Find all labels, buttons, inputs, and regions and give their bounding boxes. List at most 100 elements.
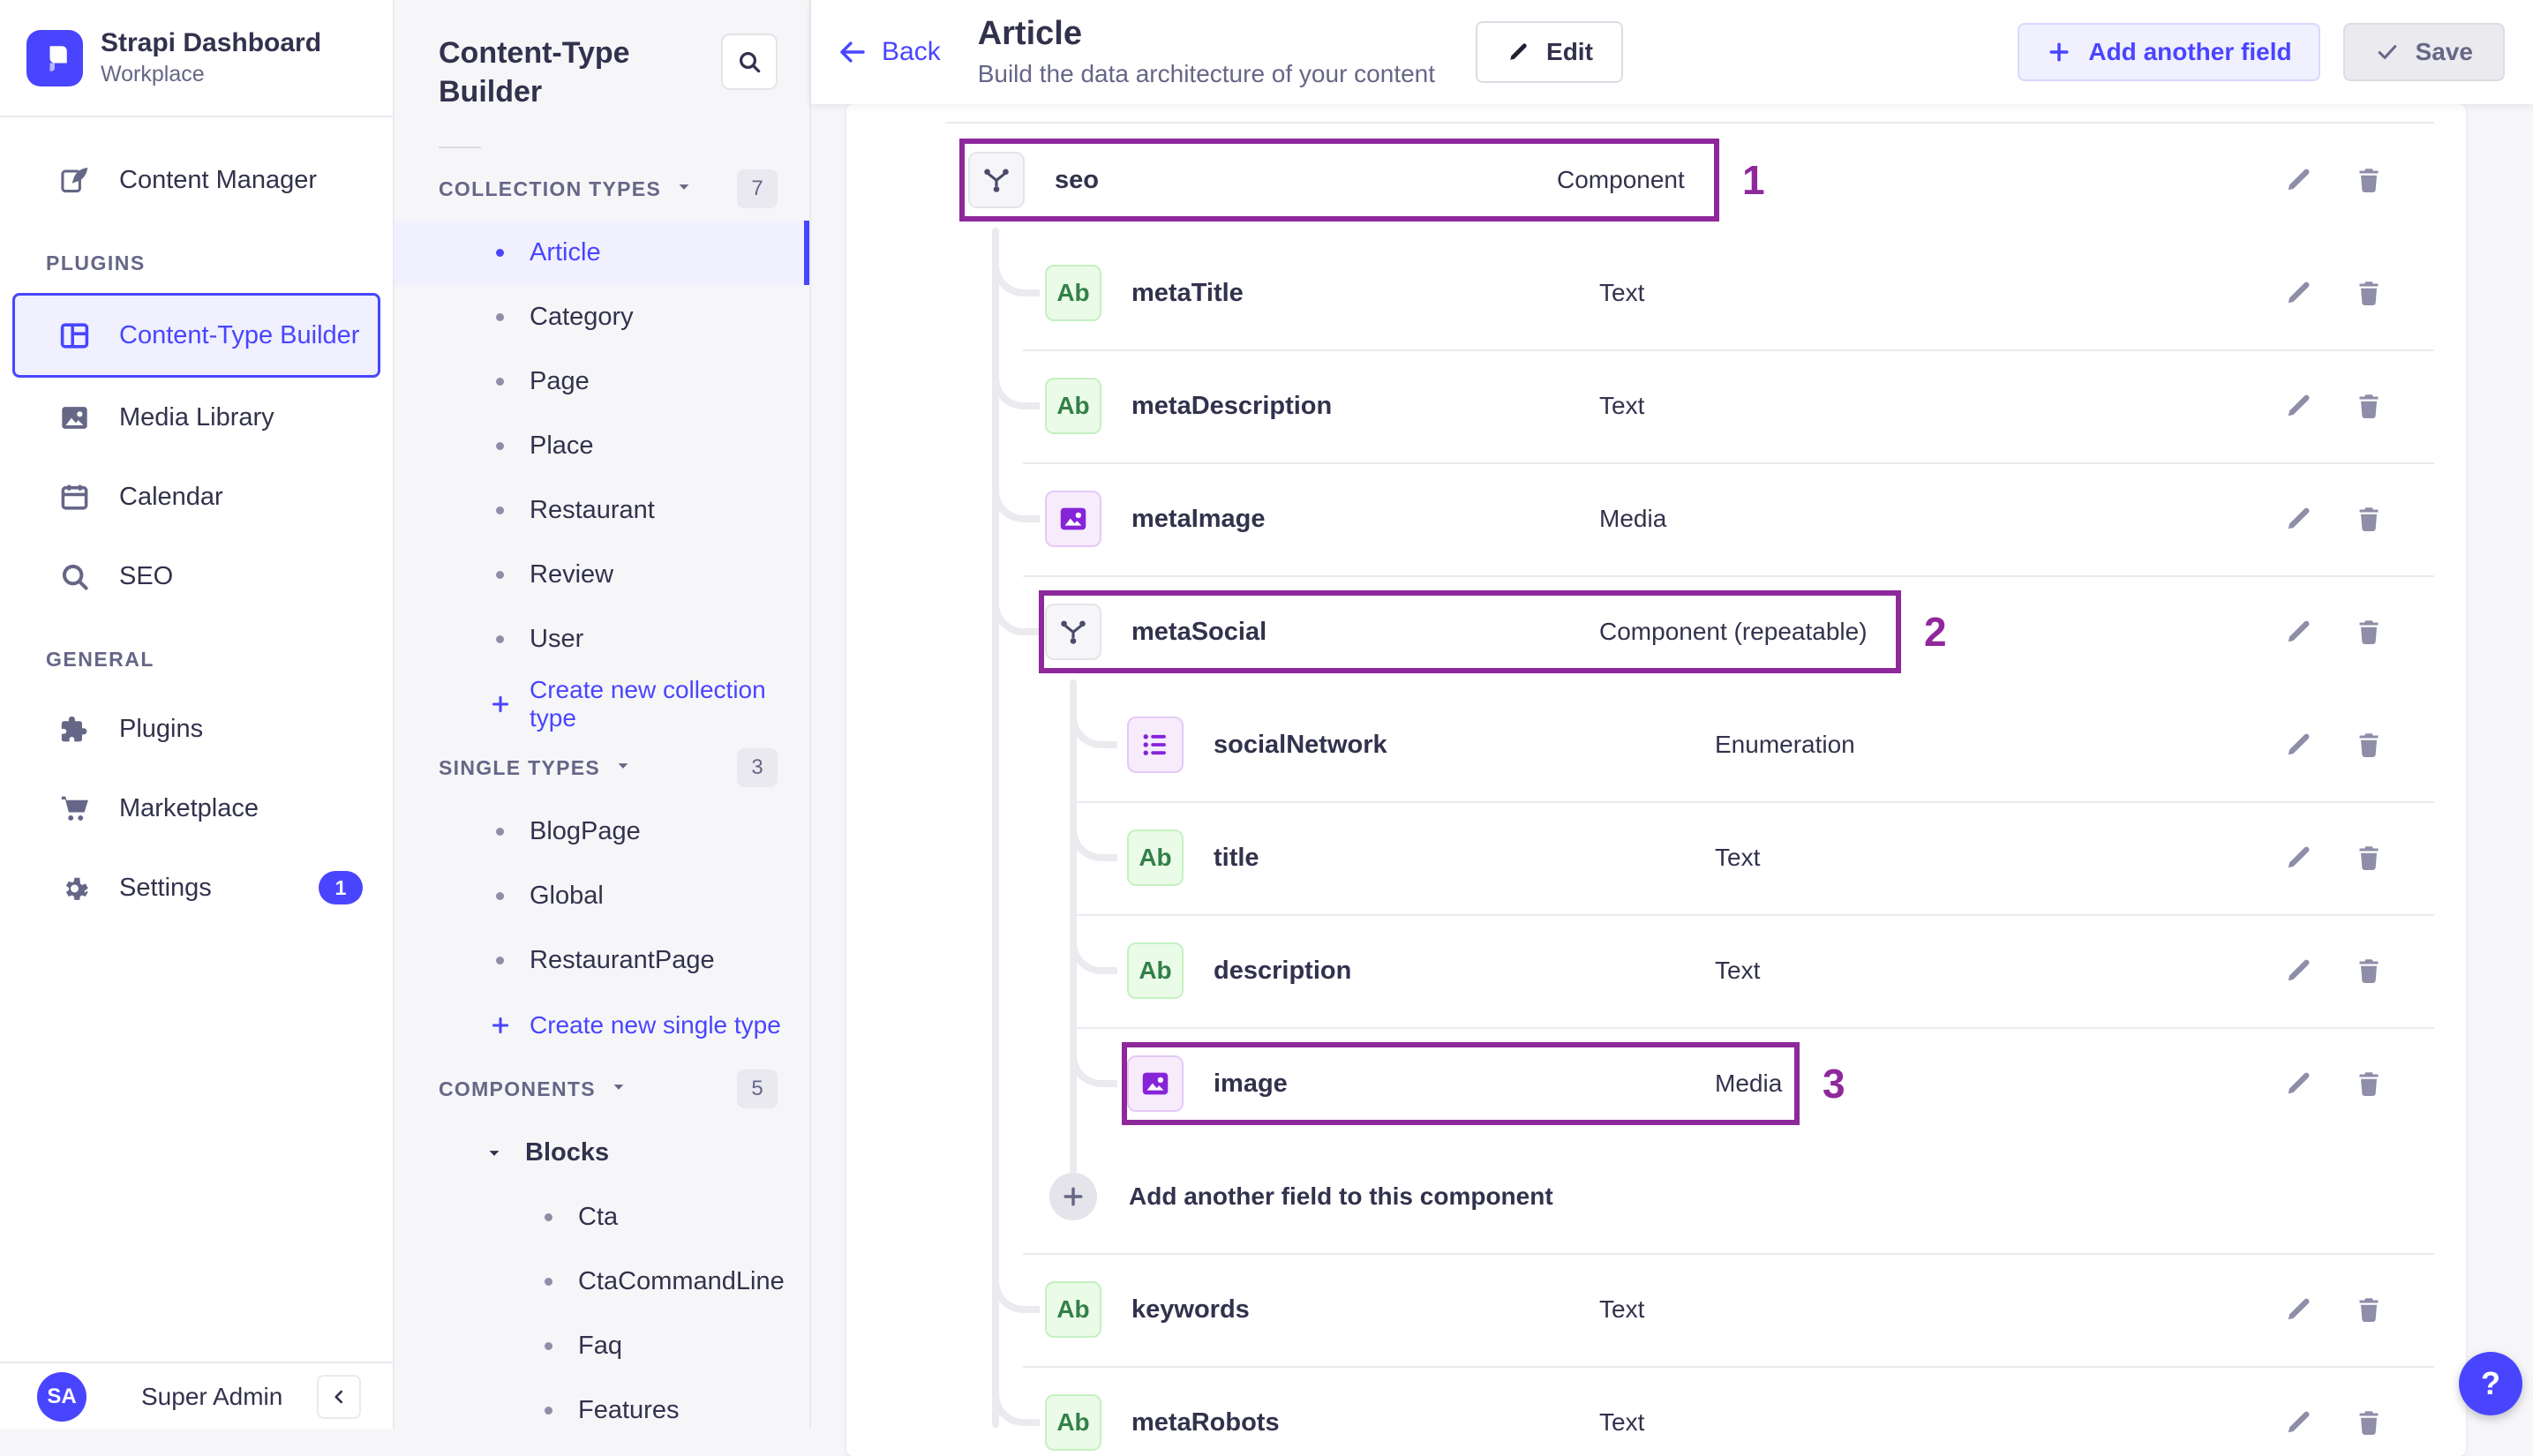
- edit-field-button[interactable]: [2279, 951, 2318, 990]
- type-item-features[interactable]: Features: [395, 1378, 809, 1430]
- edit-field-button[interactable]: [2279, 161, 2318, 199]
- delete-field-button[interactable]: [2349, 274, 2388, 312]
- sidebar-item-content-type-builder[interactable]: Content-Type Builder: [12, 293, 380, 378]
- help-button[interactable]: ?: [2459, 1352, 2522, 1415]
- edit-field-button[interactable]: [2279, 1290, 2318, 1329]
- type-item-place[interactable]: Place: [395, 414, 809, 478]
- delete-field-button[interactable]: [2349, 612, 2388, 651]
- enum-icon: [1139, 728, 1172, 762]
- caret-down-icon: [614, 757, 632, 775]
- sidebar-item-label: Calendar: [119, 483, 223, 512]
- back-link[interactable]: Back: [838, 37, 941, 67]
- avatar[interactable]: SA: [37, 1372, 86, 1422]
- add-field-to-component-button[interactable]: [1049, 1173, 1097, 1220]
- delete-field-button[interactable]: [2349, 838, 2388, 877]
- action-create-new-collection-type[interactable]: Create new collection type: [395, 672, 809, 736]
- type-item-review[interactable]: Review: [395, 543, 809, 607]
- sidebar-item-settings[interactable]: Settings1: [12, 848, 380, 927]
- edit-field-button[interactable]: [2279, 1064, 2318, 1103]
- delete-field-button[interactable]: [2349, 725, 2388, 764]
- type-item-restaurantpage[interactable]: RestaurantPage: [395, 928, 809, 993]
- sidebar-item-media-library[interactable]: Media Library: [12, 378, 380, 457]
- type-item-cta[interactable]: Cta: [395, 1185, 809, 1250]
- delete-field-button[interactable]: [2349, 1290, 2388, 1329]
- row-divider: [1023, 1366, 2434, 1368]
- delete-field-button[interactable]: [2349, 951, 2388, 990]
- sidebar-item-seo[interactable]: SEO: [12, 537, 380, 616]
- arrow-left-icon: [838, 37, 868, 67]
- pencil-icon: [2282, 277, 2314, 309]
- edit-field-button[interactable]: [2279, 612, 2318, 651]
- type-item-blogpage[interactable]: BlogPage: [395, 799, 809, 864]
- page-title: Article: [978, 16, 1435, 53]
- component-group-blocks[interactable]: Blocks: [395, 1121, 809, 1185]
- puzzle-icon: [58, 713, 91, 746]
- edit-field-button[interactable]: [2279, 499, 2318, 538]
- delete-field-button[interactable]: [2349, 499, 2388, 538]
- plus-icon: [489, 693, 512, 716]
- field-type: Enumeration: [1715, 731, 1855, 759]
- pencil-icon: [2282, 955, 2314, 987]
- type-item-faq[interactable]: Faq: [395, 1314, 809, 1378]
- type-item-label: Faq: [578, 1332, 622, 1361]
- text-icon: Ab: [1045, 265, 1101, 321]
- type-item-article[interactable]: Article: [395, 221, 809, 285]
- edit-field-button[interactable]: [2279, 838, 2318, 877]
- type-item-page[interactable]: Page: [395, 349, 809, 414]
- action-create-new-single-type[interactable]: Create new single type: [395, 993, 809, 1057]
- field-type: Media: [1599, 505, 1666, 533]
- user-name: Super Admin: [141, 1383, 282, 1411]
- sidebar-item-plugins[interactable]: Plugins: [12, 689, 380, 769]
- delete-field-button[interactable]: [2349, 387, 2388, 425]
- save-button[interactable]: Save: [2343, 23, 2505, 81]
- edit-field-button[interactable]: [2279, 725, 2318, 764]
- trash-icon: [2353, 503, 2385, 535]
- caret-down-icon: [485, 1145, 503, 1162]
- delete-field-button[interactable]: [2349, 161, 2388, 199]
- section-header-single-types[interactable]: SINGLE TYPES3: [395, 736, 809, 799]
- row-actions: [2279, 161, 2388, 199]
- type-item-restaurant[interactable]: Restaurant: [395, 478, 809, 543]
- sidebar-item-content-manager[interactable]: Content Manager: [12, 140, 380, 220]
- bullet-icon: [496, 892, 504, 900]
- section-header-components[interactable]: COMPONENTS5: [395, 1057, 809, 1121]
- type-item-global[interactable]: Global: [395, 864, 809, 928]
- trash-icon: [2353, 729, 2385, 761]
- row-actions: [2279, 1403, 2388, 1442]
- media-icon: [1045, 491, 1101, 547]
- add-field-to-component-label: Add another field to this component: [1129, 1182, 1553, 1211]
- field-type: Media: [1715, 1069, 1782, 1098]
- delete-field-button[interactable]: [2349, 1064, 2388, 1103]
- edit-field-button[interactable]: [2279, 274, 2318, 312]
- workspace-brand[interactable]: Strapi Dashboard Workplace: [0, 0, 393, 117]
- sidebar-item-calendar[interactable]: Calendar: [12, 457, 380, 537]
- section-count-badge: 7: [737, 169, 778, 208]
- section-header-collection-types[interactable]: COLLECTION TYPES7: [395, 157, 809, 221]
- field-row-metaimage: metaImageMedia: [846, 462, 2466, 575]
- edit-button[interactable]: Edit: [1476, 21, 1623, 83]
- field-name: metaRobots: [1131, 1408, 1280, 1437]
- collapse-sidebar-button[interactable]: [317, 1375, 361, 1419]
- field-name: metaDescription: [1131, 392, 1332, 421]
- field-type: Text: [1599, 392, 1644, 420]
- main-sidebar: Strapi Dashboard Workplace Content Manag…: [0, 0, 395, 1430]
- pencil-icon: [2282, 1068, 2314, 1100]
- type-item-category[interactable]: Category: [395, 285, 809, 349]
- add-another-field-button[interactable]: Add another field: [2018, 23, 2319, 81]
- type-item-label: Place: [530, 432, 594, 461]
- edit-field-button[interactable]: [2279, 387, 2318, 425]
- sidebar-item-marketplace[interactable]: Marketplace: [12, 769, 380, 848]
- search-button[interactable]: [721, 34, 778, 90]
- row-divider: [1076, 914, 2434, 916]
- page-subtitle: Build the data architecture of your cont…: [978, 60, 1435, 88]
- text-icon: Ab: [1045, 378, 1101, 434]
- sidebar-user-footer: SA Super Admin: [0, 1362, 393, 1430]
- edit-field-button[interactable]: [2279, 1403, 2318, 1442]
- row-actions: [2279, 725, 2388, 764]
- annotation-number-3: 3: [1823, 1060, 1845, 1107]
- delete-field-button[interactable]: [2349, 1403, 2388, 1442]
- type-item-user[interactable]: User: [395, 607, 809, 672]
- panel-divider: [439, 146, 481, 148]
- type-item-ctacommandline[interactable]: CtaCommandLine: [395, 1250, 809, 1314]
- sidebar-item-label: Marketplace: [119, 794, 259, 823]
